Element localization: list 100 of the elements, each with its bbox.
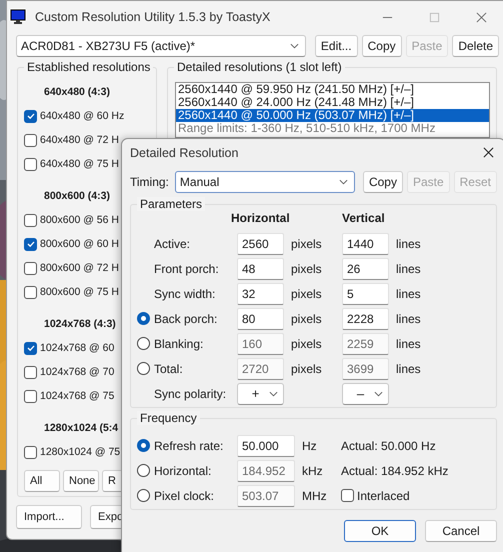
parameter-label: Blanking: <box>154 336 204 350</box>
unit-label: lines <box>395 336 422 350</box>
checkbox-label: 800x600 @ 75 H <box>40 286 119 298</box>
checkbox[interactable] <box>24 286 37 298</box>
parameter-label: Active: <box>154 236 192 250</box>
range-limits: Range limits: 1-360 Hz, 510-510 kHz, 1700 MHz <box>177 122 436 135</box>
unit-label: pixels <box>290 336 323 350</box>
checkbox-label: 800x600 @ 56 H <box>40 214 119 226</box>
checkbox[interactable] <box>24 366 37 378</box>
actual-value: Actual: 50.000 Hz <box>341 438 437 452</box>
toolbar-button[interactable]: Delete <box>452 35 499 57</box>
input-field[interactable]: 2560 <box>237 232 284 254</box>
input-field[interactable]: 50.000 <box>237 434 295 456</box>
unit-label: pixels <box>290 312 323 326</box>
resolution-heading: 1024x768 (4:3) <box>44 317 116 332</box>
resolution-heading: 1280x1024 (5:4 <box>44 421 118 436</box>
checkmark-icon <box>26 111 36 121</box>
dialog-button[interactable]: Cancel <box>425 520 497 542</box>
checkbox[interactable] <box>24 158 37 170</box>
monitor-dropdown[interactable]: ACR0D81 - XB273U F5 (active)* <box>16 35 306 57</box>
unit-label: lines <box>395 286 422 300</box>
file-button[interactable]: Import... <box>16 505 82 529</box>
checkbox-label: 800x600 @ 60 H <box>40 238 119 250</box>
checkbox-label: 800x600 @ 72 H <box>40 262 119 274</box>
polarity-dropdown[interactable]: + <box>237 382 284 404</box>
select-button[interactable]: All <box>24 470 60 492</box>
column-header: Horizontal <box>231 210 291 226</box>
parameter-label: Back porch: <box>154 312 218 326</box>
checkbox[interactable] <box>24 110 37 122</box>
checkbox[interactable] <box>24 238 37 250</box>
dialog-title: Detailed Resolution <box>130 146 238 160</box>
list-item[interactable]: 2560x1440 @ 24.000 Hz (241.48 MHz) [+/–] <box>176 96 489 109</box>
radio-button[interactable] <box>137 312 150 325</box>
checkbox-label: 1024x768 @ 75 <box>40 390 114 402</box>
parameter-label: Front porch: <box>154 262 220 276</box>
parameter-label: Sync polarity: <box>154 386 228 400</box>
toolbar-button[interactable]: Edit... <box>314 35 358 57</box>
checkmark-icon <box>26 239 36 249</box>
checkbox-label: 1280x1024 @ 75 <box>40 446 120 458</box>
checkbox[interactable] <box>24 390 37 402</box>
checkbox[interactable] <box>24 134 37 146</box>
input-field[interactable]: 80 <box>237 308 284 330</box>
input-field[interactable]: 2228 <box>342 308 389 330</box>
list-item[interactable]: 2560x1440 @ 59.950 Hz (241.50 MHz) [+/–] <box>176 83 489 96</box>
chevron-icon <box>338 179 348 185</box>
unit-label: pixels <box>290 236 323 250</box>
unit-label: lines <box>395 312 422 326</box>
frequency-label: Horizontal: <box>154 464 212 478</box>
checkbox-label: 640x480 @ 75 H <box>40 158 119 170</box>
polarity-dropdown[interactable]: – <box>342 382 389 404</box>
select-button[interactable]: None <box>63 470 99 492</box>
actual-value: Actual: 184.952 kHz <box>341 464 450 478</box>
unit-label: Hz <box>301 438 318 452</box>
parameter-label: Sync width: <box>154 286 216 300</box>
input-field[interactable]: 1440 <box>342 232 389 254</box>
group-title: Detailed resolutions (1 slot left) <box>174 60 345 74</box>
input-field[interactable]: 48 <box>237 258 284 280</box>
input-field[interactable]: 32 <box>237 282 284 304</box>
unit-label: pixels <box>290 362 323 376</box>
input-field[interactable]: 26 <box>342 258 389 280</box>
checkbox-label: 640x480 @ 60 Hz <box>40 110 124 122</box>
chevron-icon <box>374 390 383 396</box>
checkbox-label: Interlaced <box>357 488 410 502</box>
list-item[interactable]: 2560x1440 @ 50.000 Hz (503.07 MHz) [+/–] <box>176 109 489 122</box>
group-title: Established resolutions <box>24 60 154 74</box>
chevron-icon <box>269 390 278 396</box>
unit-label: MHz <box>301 488 328 502</box>
column-header: Vertical <box>342 210 386 226</box>
unit-label: lines <box>395 236 422 250</box>
group-title: Frequency <box>137 411 200 425</box>
checkbox[interactable] <box>24 262 37 274</box>
unit-label: lines <box>395 362 422 376</box>
checkbox-label: 1024x768 @ 60 <box>40 342 114 354</box>
input-field[interactable]: 5 <box>342 282 389 304</box>
radio-button[interactable] <box>137 439 150 452</box>
toolbar-button[interactable]: Copy <box>362 35 402 57</box>
dialog-button[interactable]: OK <box>344 520 416 542</box>
unit-label: pixels <box>290 286 323 300</box>
parameter-label: Total: <box>154 362 184 376</box>
resolution-heading: 800x600 (4:3) <box>44 189 110 204</box>
checkbox-label: 1024x768 @ 70 <box>40 366 114 378</box>
window-title: Custom Resolution Utility 1.5.3 by ToastyX <box>35 10 270 24</box>
unit-label: pixels <box>290 262 323 276</box>
checkmark-icon <box>26 343 36 353</box>
close-icon[interactable] <box>483 147 494 158</box>
timing-label: Timing: <box>130 175 169 189</box>
checkbox-label: 640x480 @ 72 H <box>40 134 119 146</box>
chevron-icon <box>290 43 299 49</box>
timing-button[interactable]: Copy <box>362 171 403 193</box>
group-title: Parameters <box>137 197 206 211</box>
unit-label: kHz <box>301 464 324 478</box>
resolution-heading: 640x480 (4:3) <box>44 85 110 100</box>
frequency-label: Pixel clock: <box>154 488 216 502</box>
frequency-label: Refresh rate: <box>154 438 224 452</box>
checkbox[interactable] <box>24 214 37 226</box>
checkbox[interactable] <box>24 342 37 354</box>
timing-dropdown[interactable]: Manual <box>174 171 355 193</box>
checkbox[interactable] <box>24 446 37 458</box>
monitor-icon <box>10 9 26 25</box>
unit-label: lines <box>395 262 422 276</box>
